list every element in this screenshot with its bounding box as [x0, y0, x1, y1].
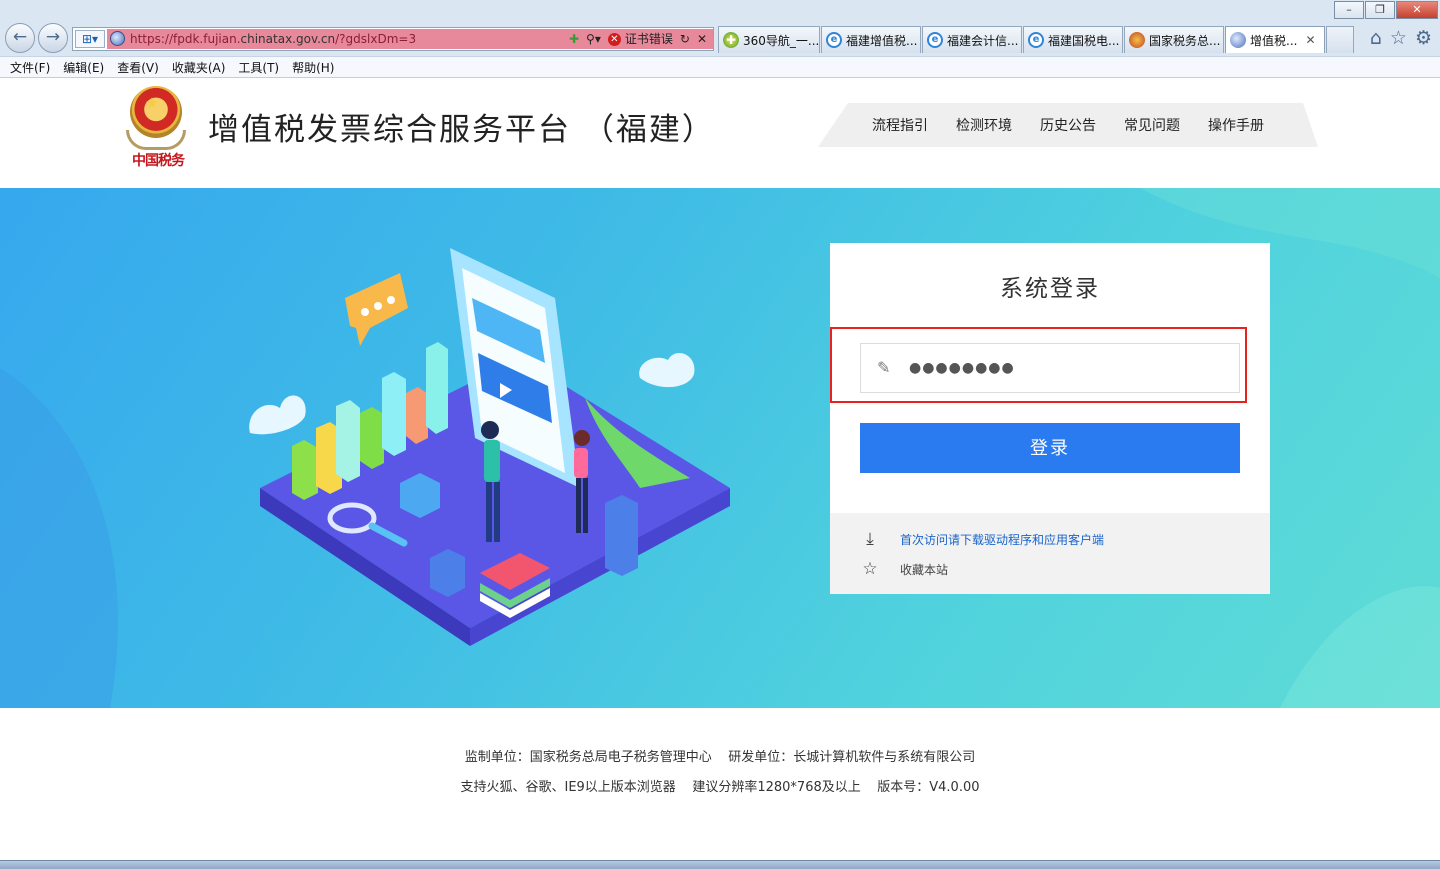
tab-label: 增值税...	[1250, 33, 1298, 48]
browser-tab[interactable]: ✚ 360导航_一...	[718, 26, 820, 53]
site-nav-link[interactable]: 历史公告	[1040, 115, 1096, 135]
site-header: ★ 中国税务 增值税发票综合服务平台 （福建） 流程指引 检测环境 历史公告 常见问题…	[0, 78, 1440, 188]
login-button[interactable]: 登录	[860, 423, 1240, 473]
browser-tab[interactable]: e 福建国税电...	[1023, 26, 1123, 53]
favorite-row[interactable]: ☆ 收藏本站	[860, 559, 948, 579]
refresh-icon[interactable]: ↻	[680, 30, 690, 48]
browser-toolbar: ⌂ ☆ ⚙	[1362, 27, 1432, 49]
home-icon[interactable]: ⌂	[1370, 27, 1382, 49]
browser-tab[interactable]: e 福建增值税...	[821, 26, 921, 53]
url-field[interactable]: https://fpdk.fujian.chinatax.gov.cn/?gds…	[107, 29, 713, 49]
login-footer: ⤓ 首次访问请下载驱动程序和应用客户端 ☆ 收藏本站	[830, 513, 1270, 594]
menu-item[interactable]: 文件(F)	[10, 59, 50, 76]
nav-tab-icon: ✚	[723, 32, 739, 48]
site-nav-link[interactable]: 流程指引	[872, 115, 928, 135]
logo-text: 中国税务	[132, 153, 185, 169]
emblem-star-icon: ★	[145, 94, 159, 112]
tab-label: 福建国税电...	[1048, 33, 1120, 48]
page-footer: 监制单位：国家税务总局电子税务管理中心 研发单位：长城计算机软件与系统有限公司 …	[0, 708, 1440, 860]
browser-tab[interactable]: 增值税... ✕	[1225, 26, 1325, 53]
compat-view-icon[interactable]: ⊞▾	[75, 30, 105, 48]
tab-label: 国家税务总...	[1149, 33, 1221, 48]
download-driver-link[interactable]: 首次访问请下载驱动程序和应用客户端	[900, 531, 1104, 548]
tab-strip: ✚ 360导航_一... e 福建增值税... e 福建会计信... e 福建国税电... 国家…	[718, 26, 1354, 53]
download-icon: ⤓	[866, 529, 874, 549]
browser-tab[interactable]: 国家税务总...	[1124, 26, 1224, 53]
close-tab-icon[interactable]: ✕	[1305, 33, 1315, 47]
download-row[interactable]: ⤓ 首次访问请下载驱动程序和应用客户端	[860, 529, 1104, 549]
site-nav-link[interactable]: 操作手册	[1208, 115, 1264, 135]
globe-tab-icon	[1230, 32, 1246, 48]
compat-plus-icon[interactable]: ✚	[569, 30, 579, 48]
url-text: https://fpdk.fujian.chinatax.gov.cn/?gds…	[130, 32, 417, 46]
ie-tab-icon: e	[826, 32, 842, 48]
footer-line-1: 监制单位：国家税务总局电子税务管理中心 研发单位：长城计算机软件与系统有限公司	[464, 750, 976, 765]
error-icon: ✕	[607, 33, 621, 46]
login-title: 系统登录	[1000, 276, 1100, 302]
key-icon: ✎	[877, 358, 891, 377]
site-nav-link[interactable]: 常见问题	[1124, 115, 1180, 135]
browser-tab[interactable]: e 福建会计信...	[922, 26, 1022, 53]
forward-button[interactable]: →	[38, 23, 68, 53]
tab-label: 福建增值税...	[846, 33, 918, 48]
menu-item[interactable]: 收藏夹(A)	[172, 59, 226, 76]
minimize-icon[interactable]: –	[1334, 1, 1364, 19]
window-controls: – ❐ ✕	[1333, 1, 1438, 19]
address-tools: ✚ ⚲▾ ✕ 证书错误 ↻ ✕	[562, 30, 707, 48]
forward-arrow-icon: →	[45, 27, 61, 47]
back-arrow-icon: ←	[12, 27, 28, 47]
new-tab-button[interactable]	[1326, 26, 1354, 53]
add-favorite-link[interactable]: 收藏本站	[900, 561, 948, 578]
favorites-star-icon[interactable]: ☆	[1390, 27, 1407, 49]
star-icon: ☆	[862, 559, 878, 579]
tax-emblem-logo: ★ 中国税务	[126, 86, 186, 169]
footer-line-2: 支持火狐、谷歌、IE9以上版本浏览器 建议分辨率1280*768及以上 版本号：…	[460, 780, 980, 795]
password-input[interactable]	[909, 344, 1229, 392]
hero-banner: 系统登录 ✎ 登录 ⤓ 首次访问请下载驱动程序和应用客户端 ☆ 收藏本站	[0, 188, 1440, 708]
restore-icon[interactable]: ❐	[1365, 1, 1395, 19]
menu-item[interactable]: 帮助(H)	[292, 59, 334, 76]
browser-chrome: – ❐ ✕ ← → ⊞▾ https://fpdk.fujian.chinata…	[0, 0, 1440, 78]
search-icon[interactable]: ⚲▾	[586, 30, 601, 48]
os-taskbar	[0, 860, 1440, 869]
menu-item[interactable]: 查看(V)	[117, 59, 159, 76]
ie-tab-icon: e	[927, 32, 943, 48]
menu-item[interactable]: 工具(T)	[238, 59, 279, 76]
ie-tab-icon: e	[1028, 32, 1044, 48]
tab-label: 福建会计信...	[947, 33, 1019, 48]
tax-tab-icon	[1129, 32, 1145, 48]
settings-gear-icon[interactable]: ⚙	[1415, 27, 1432, 49]
emblem-wreath-icon	[126, 130, 186, 150]
menu-bar: 文件(F) 编辑(E) 查看(V) 收藏夹(A) 工具(T) 帮助(H)	[0, 56, 1440, 77]
login-card: 系统登录 ✎ 登录 ⤓ 首次访问请下载驱动程序和应用客户端 ☆ 收藏本站	[830, 243, 1270, 594]
site-globe-icon	[110, 31, 125, 46]
cert-error-button[interactable]: ✕ 证书错误	[607, 30, 673, 48]
site-nav: 流程指引 检测环境 历史公告 常见问题 操作手册	[818, 103, 1318, 147]
site-nav-link[interactable]: 检测环境	[956, 115, 1012, 135]
password-field[interactable]: ✎	[860, 343, 1240, 393]
address-bar[interactable]: ⊞▾ https://fpdk.fujian.chinatax.gov.cn/?…	[72, 27, 714, 51]
stop-icon[interactable]: ✕	[697, 30, 707, 48]
close-window-icon[interactable]: ✕	[1396, 1, 1438, 19]
tab-label: 360导航_一...	[743, 33, 820, 48]
back-button[interactable]: ←	[5, 23, 35, 53]
menu-item[interactable]: 编辑(E)	[63, 59, 104, 76]
site-title: 增值税发票综合服务平台 （福建）	[208, 112, 715, 148]
